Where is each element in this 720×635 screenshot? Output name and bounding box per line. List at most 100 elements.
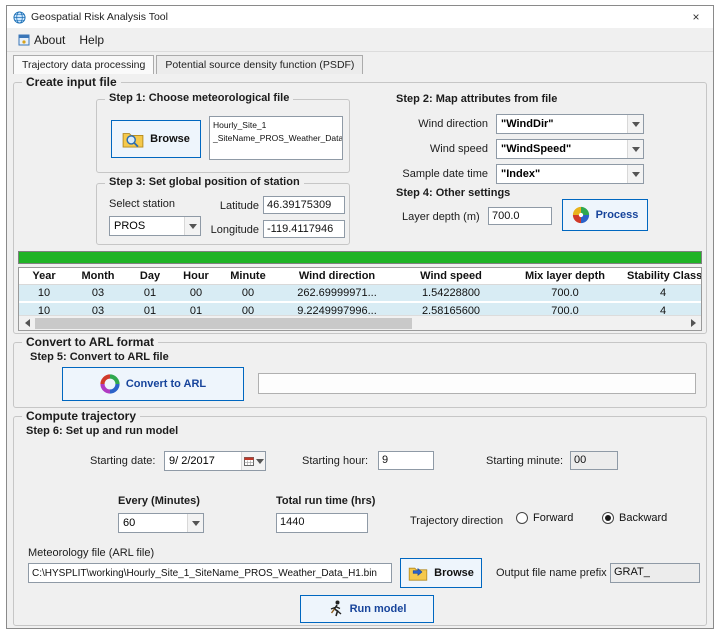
output-prefix-label: Output file name prefix bbox=[496, 567, 607, 579]
longitude-field[interactable]: -119.4117946 bbox=[263, 220, 345, 238]
station-select[interactable]: PROS bbox=[109, 216, 201, 236]
scroll-left-icon[interactable] bbox=[19, 316, 35, 330]
wind-direction-label: Wind direction bbox=[396, 118, 488, 130]
latitude-field[interactable]: 46.39175309 bbox=[263, 196, 345, 214]
group-convert-arl: Convert to ARL format Step 5: Convert to… bbox=[13, 342, 707, 408]
process-button[interactable]: Process bbox=[562, 199, 648, 231]
convert-to-arl-button[interactable]: Convert to ARL bbox=[62, 367, 244, 401]
starting-hour-field[interactable]: 9 bbox=[378, 451, 434, 470]
col-day[interactable]: Day bbox=[127, 268, 173, 285]
browse-label: Browse bbox=[150, 133, 190, 145]
app-window: Geospatial Risk Analysis Tool × About He… bbox=[6, 5, 714, 629]
group-step2: Step 2: Map attributes from file Wind di… bbox=[396, 93, 672, 185]
radio-forward[interactable]: Forward bbox=[516, 512, 573, 524]
step4-title: Step 4: Other settings bbox=[396, 187, 510, 199]
table-row[interactable]: 10 03 01 00 00 262.69999971... 1.5422880… bbox=[19, 285, 701, 303]
menu-help[interactable]: Help bbox=[72, 30, 111, 50]
pinwheel-icon bbox=[572, 206, 590, 224]
select-station-label: Select station bbox=[109, 198, 175, 210]
chevron-down-icon bbox=[627, 115, 643, 133]
chevron-down-icon bbox=[187, 514, 203, 532]
table-header-row: Year Month Day Hour Minute Wind directio… bbox=[19, 268, 701, 285]
col-year[interactable]: Year bbox=[19, 268, 69, 285]
group-compute-trajectory: Compute trajectory Step 6: Set up and ru… bbox=[13, 416, 707, 626]
browse-arl-button[interactable]: Browse bbox=[400, 558, 482, 588]
scroll-right-icon[interactable] bbox=[685, 316, 701, 330]
close-button[interactable]: × bbox=[679, 6, 713, 28]
menubar: About Help bbox=[7, 28, 713, 52]
met-arl-file-label: Meteorology file (ARL file) bbox=[28, 547, 154, 559]
step1-title: Step 1: Choose meteorological file bbox=[105, 92, 293, 104]
scrollbar-thumb[interactable] bbox=[35, 318, 412, 329]
starting-minute-label: Starting minute: bbox=[486, 455, 563, 467]
step3-title: Step 3: Set global position of station bbox=[105, 176, 304, 188]
starting-hour-label: Starting hour: bbox=[302, 455, 368, 467]
tab-content: Create input file Step 1: Choose meteoro… bbox=[7, 74, 713, 629]
group-step3: Step 3: Set global position of station S… bbox=[96, 183, 350, 245]
layer-depth-field[interactable]: 700.0 bbox=[488, 207, 552, 225]
group-title: Convert to ARL format bbox=[22, 335, 158, 349]
every-minutes-label: Every (Minutes) bbox=[118, 495, 200, 507]
col-minute[interactable]: Minute bbox=[219, 268, 277, 285]
total-run-time-label: Total run time (hrs) bbox=[276, 495, 375, 507]
total-run-time-field[interactable]: 1440 bbox=[276, 513, 368, 533]
met-file-display[interactable]: Hourly_Site_1 _SiteName_PROS_Weather_Dat… bbox=[209, 116, 343, 160]
process-label: Process bbox=[596, 209, 639, 221]
folder-magnifier-icon bbox=[122, 130, 144, 148]
group-title: Compute trajectory bbox=[22, 409, 140, 423]
starting-minute-field[interactable]: 00 bbox=[570, 451, 618, 470]
radio-backward[interactable]: Backward bbox=[602, 512, 667, 524]
sample-date-time-label: Sample date time bbox=[396, 168, 488, 180]
radio-circle-icon bbox=[602, 512, 614, 524]
wind-speed-label: Wind speed bbox=[396, 143, 488, 155]
met-arl-file-field[interactable]: C:\HYSPLIT\working\Hourly_Site_1_SiteNam… bbox=[28, 563, 392, 583]
group-step4: Step 4: Other settings Layer depth (m) 7… bbox=[396, 187, 672, 245]
step2-title: Step 2: Map attributes from file bbox=[396, 93, 557, 105]
starting-date-picker[interactable]: 9/ 2/2017 bbox=[164, 451, 266, 471]
tab-trajectory-data-processing[interactable]: Trajectory data processing bbox=[13, 55, 154, 75]
group-step1: Step 1: Choose meteorological file Brows… bbox=[96, 99, 350, 173]
col-wind-direction[interactable]: Wind direction bbox=[277, 268, 397, 285]
browse-met-file-button[interactable]: Browse bbox=[111, 120, 201, 158]
tabstrip: Trajectory data processing Potential sou… bbox=[7, 53, 713, 74]
wind-direction-select[interactable]: "WindDir" bbox=[496, 114, 644, 134]
longitude-label: Longitude bbox=[205, 224, 259, 236]
group-title: Create input file bbox=[22, 75, 121, 89]
latitude-label: Latitude bbox=[209, 200, 259, 212]
convert-progress-bar bbox=[258, 373, 696, 394]
step5-title: Step 5: Convert to ARL file bbox=[30, 351, 169, 363]
col-hour[interactable]: Hour bbox=[173, 268, 219, 285]
running-person-icon bbox=[328, 600, 344, 618]
col-wind-speed[interactable]: Wind speed bbox=[397, 268, 505, 285]
col-mix-layer-depth[interactable]: Mix layer depth bbox=[505, 268, 625, 285]
about-menu-icon bbox=[18, 34, 30, 46]
starting-date-label: Starting date: bbox=[90, 455, 155, 467]
color-ring-icon bbox=[100, 374, 120, 394]
calendar-icon[interactable] bbox=[241, 452, 265, 470]
browse-label: Browse bbox=[434, 567, 474, 579]
app-globe-icon bbox=[13, 11, 26, 24]
col-month[interactable]: Month bbox=[69, 268, 127, 285]
window-titlebar: Geospatial Risk Analysis Tool × bbox=[7, 6, 713, 28]
run-model-label: Run model bbox=[350, 603, 407, 615]
sample-date-time-select[interactable]: "Index" bbox=[496, 164, 644, 184]
menu-about[interactable]: About bbox=[11, 30, 72, 50]
every-minutes-select[interactable]: 60 bbox=[118, 513, 204, 533]
tab-psdf[interactable]: Potential source density function (PSDF) bbox=[156, 55, 363, 74]
col-stability-class[interactable]: Stability Class bbox=[625, 268, 701, 285]
wind-speed-select[interactable]: "WindSpeed" bbox=[496, 139, 644, 159]
chevron-down-icon bbox=[627, 140, 643, 158]
table-horizontal-scrollbar[interactable] bbox=[19, 315, 701, 330]
chevron-down-icon bbox=[184, 217, 200, 235]
radio-circle-icon bbox=[516, 512, 528, 524]
weather-data-table: Year Month Day Hour Minute Wind directio… bbox=[18, 267, 702, 331]
folder-arrow-icon bbox=[408, 565, 428, 581]
group-create-input-file: Create input file Step 1: Choose meteoro… bbox=[13, 82, 707, 334]
window-title: Geospatial Risk Analysis Tool bbox=[31, 11, 168, 23]
convert-to-arl-label: Convert to ARL bbox=[126, 378, 206, 390]
run-model-button[interactable]: Run model bbox=[300, 595, 434, 623]
chevron-down-icon bbox=[256, 459, 264, 464]
output-prefix-field[interactable]: GRAT_ bbox=[610, 563, 700, 583]
layer-depth-label: Layer depth (m) bbox=[402, 211, 480, 223]
chevron-down-icon bbox=[627, 165, 643, 183]
